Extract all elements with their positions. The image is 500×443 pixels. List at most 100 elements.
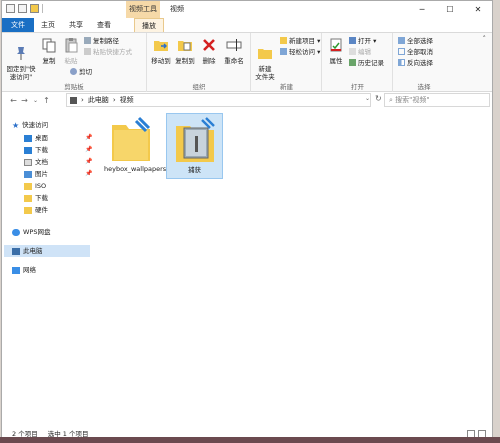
download-icon	[24, 146, 32, 154]
search-input[interactable]: ⌕ 搜索"视频"	[384, 93, 490, 107]
nav-this-pc[interactable]: 此电脑	[4, 245, 90, 257]
up-arrow-icon[interactable]: ↑	[41, 96, 52, 105]
copy-to-label: 复制到	[175, 57, 195, 65]
pin-icon[interactable]: 📌	[85, 170, 92, 177]
move-to-label: 移动到	[151, 57, 171, 65]
tab-view[interactable]: 查看	[90, 18, 118, 32]
title-bar: 视频工具 视频 ─ ☐ ✕	[2, 1, 492, 18]
network-icon	[12, 266, 20, 274]
document-icon	[24, 158, 32, 166]
collapse-ribbon-icon[interactable]: ˄	[483, 35, 487, 43]
organize-group-label: 组织	[192, 83, 206, 91]
clipboard-group: 固定到"快 速访问" 复制 粘贴 复制路径 粘贴快捷方式 剪切 剪贴板	[2, 33, 147, 92]
app-icon	[6, 4, 15, 13]
minimize-icon[interactable]: ─	[408, 1, 436, 18]
window-title: 视频	[170, 5, 184, 13]
properties-qat-icon[interactable]	[18, 4, 27, 13]
new-folder-button[interactable]: 新建 文件夹	[254, 37, 276, 81]
folder-item[interactable]: heybox_wallpapers	[104, 115, 166, 187]
nav-item-iso[interactable]: ISO	[24, 180, 46, 192]
open-button[interactable]: 打开 ▾	[349, 37, 376, 45]
recent-chevron-icon[interactable]: ⌄	[30, 97, 41, 104]
nav-item-downloads[interactable]: 下载	[24, 144, 48, 156]
maximize-icon[interactable]: ☐	[436, 1, 464, 18]
nav-item-label: 图片	[35, 170, 48, 178]
copy-path-button[interactable]: 复制路径	[84, 37, 119, 45]
nav-item-desktop[interactable]: 桌面	[24, 132, 48, 144]
new-item-icon	[280, 37, 287, 44]
computer-icon	[12, 247, 20, 255]
invert-selection-icon	[398, 59, 405, 66]
nav-item-pictures[interactable]: 图片	[24, 168, 48, 180]
copy-to-icon	[178, 41, 192, 51]
nav-quick-access[interactable]: ★ 快速访问	[12, 119, 48, 131]
nav-item-documents[interactable]: 文档	[24, 156, 48, 168]
delete-button[interactable]: 删除	[200, 37, 218, 65]
paste-shortcut-button[interactable]: 粘贴快捷方式	[84, 48, 132, 56]
breadcrumb-sep: ›	[112, 96, 116, 104]
move-to-button[interactable]: 移动到	[150, 37, 172, 65]
address-bar[interactable]: › 此电脑 › 视频	[66, 93, 371, 107]
folder-icon	[24, 182, 32, 190]
select-none-icon	[398, 48, 405, 55]
nav-this-pc-label: 此电脑	[23, 247, 43, 255]
pin-icon[interactable]: 📌	[85, 146, 92, 153]
pin-quick-access-button[interactable]: 固定到"快 速访问"	[6, 37, 36, 81]
address-dropdown-icon[interactable]: ⌄	[365, 95, 370, 102]
open-icon	[349, 37, 356, 44]
select-all-button[interactable]: 全部选择	[398, 37, 433, 45]
open-label: 打开	[358, 37, 371, 45]
forward-arrow-icon[interactable]: →	[19, 96, 30, 105]
breadcrumb-this-pc[interactable]: 此电脑	[88, 95, 109, 105]
new-group: 新建 文件夹 新建项目 ▾ 轻松访问 ▾ 新建	[252, 33, 322, 92]
nav-network[interactable]: 网络	[12, 264, 36, 276]
edit-label: 编辑	[358, 48, 371, 56]
move-to-icon	[154, 41, 168, 51]
star-icon: ★	[12, 120, 20, 130]
ribbon: 固定到"快 速访问" 复制 粘贴 复制路径 粘贴快捷方式 剪切 剪贴板 移动到	[2, 32, 492, 92]
nav-wps-drive[interactable]: WPS网盘	[12, 226, 50, 238]
history-button[interactable]: 历史记录	[349, 59, 384, 67]
easy-access-icon	[280, 48, 287, 55]
rename-button[interactable]: 重命名	[222, 37, 246, 65]
nav-item-label: 下载	[35, 194, 48, 202]
properties-button[interactable]: 属性	[327, 37, 345, 65]
paste-button[interactable]: 粘贴	[62, 37, 80, 65]
close-icon[interactable]: ✕	[464, 1, 492, 18]
nav-item-hardware[interactable]: 硬件	[24, 204, 48, 216]
tab-play[interactable]: 播放	[134, 18, 164, 32]
copy-button[interactable]: 复制	[40, 37, 58, 65]
edit-icon	[349, 48, 356, 55]
new-folder-qat-icon[interactable]	[30, 4, 39, 13]
ribbon-tabs: 文件 主页 共享 查看 播放	[2, 18, 492, 32]
tab-home[interactable]: 主页	[34, 18, 62, 32]
select-none-button[interactable]: 全部取消	[398, 48, 433, 56]
copy-to-button[interactable]: 复制到	[174, 37, 196, 65]
new-item-button[interactable]: 新建项目 ▾	[280, 37, 320, 45]
nav-item-downloads-folder[interactable]: 下载	[24, 192, 48, 204]
select-all-label: 全部选择	[407, 37, 433, 45]
edit-button[interactable]: 编辑	[349, 48, 371, 56]
folder-item-selected[interactable]: 捕获	[166, 113, 223, 179]
breadcrumb-videos[interactable]: 视频	[120, 95, 134, 105]
invert-selection-label: 反向选择	[407, 59, 433, 67]
invert-selection-button[interactable]: 反向选择	[398, 59, 433, 67]
pin-icon[interactable]: 📌	[85, 158, 92, 165]
cut-button[interactable]: 剪切	[70, 68, 92, 76]
easy-access-button[interactable]: 轻松访问 ▾	[280, 48, 320, 56]
nav-item-label: 硬件	[35, 206, 48, 214]
copy-path-icon	[84, 37, 91, 44]
new-folder-icon	[258, 49, 272, 59]
paste-shortcut-icon	[84, 48, 91, 55]
paste-label: 粘贴	[64, 57, 78, 65]
file-name-label: heybox_wallpapers	[104, 165, 167, 173]
refresh-icon[interactable]: ↻	[375, 94, 382, 103]
tab-file[interactable]: 文件	[2, 18, 34, 32]
properties-icon	[330, 38, 342, 52]
pin-icon[interactable]: 📌	[85, 134, 92, 141]
history-icon	[349, 59, 356, 66]
clipboard-group-label: 剪贴板	[64, 83, 84, 91]
back-arrow-icon[interactable]: ←	[8, 96, 19, 105]
tab-share[interactable]: 共享	[62, 18, 90, 32]
address-row: ← → ⌄ ↑ › 此电脑 › 视频 ⌄ ↻ ⌕ 搜索"视频"	[2, 93, 492, 107]
